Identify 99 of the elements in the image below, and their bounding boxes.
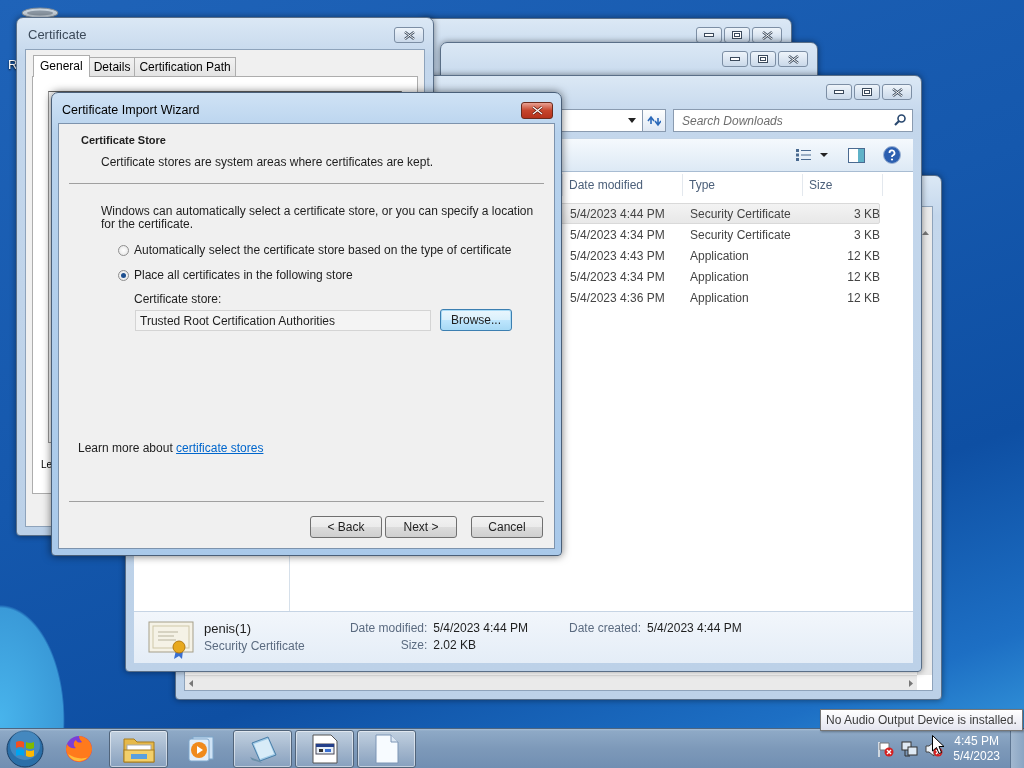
option-label[interactable]: Place all certificates in the following store	[134, 268, 353, 282]
minimize-button[interactable]	[722, 51, 748, 67]
table-cell-text: 12 KB	[846, 248, 881, 265]
table-cell-text: Application	[689, 248, 750, 265]
close-icon	[787, 54, 799, 64]
tooltip: No Audio Output Device is installed.	[820, 709, 1023, 731]
detail-value: 5/4/2023 4:44 PM	[433, 621, 530, 635]
scroll-left-arrow-icon[interactable]	[189, 679, 193, 687]
clock-time: 4:45 PM	[954, 733, 999, 749]
detail-label: Date modified:	[348, 621, 428, 635]
close-icon	[531, 106, 543, 115]
tab[interactable]: Details	[88, 57, 136, 76]
column-header[interactable]: Type	[683, 174, 803, 196]
learn-more-text: Learn more about	[78, 441, 174, 455]
table-cell-text: 5/4/2023 4:34 PM	[569, 227, 666, 244]
page-description: Certificate stores are system areas where certificates are kept.	[101, 155, 435, 169]
radio-button[interactable]	[118, 244, 129, 256]
table-cell-text: 12 KB	[846, 269, 881, 286]
table-cell-text: 5/4/2023 4:43 PM	[569, 248, 666, 265]
detail-label: Size:	[399, 638, 428, 652]
view-options-icon[interactable]	[796, 149, 830, 161]
table-cell-text: 3 KB	[853, 227, 881, 244]
detail-label: Date created:	[569, 621, 642, 635]
table-cell-text: 12 KB	[846, 290, 881, 307]
file-type: Security Certificate	[204, 639, 306, 653]
play-icon	[186, 735, 215, 762]
table-cell-text: 5/4/2023 4:44 PM	[569, 206, 666, 223]
tab[interactable]: Certification Path	[134, 57, 236, 76]
minimize-icon	[704, 33, 714, 37]
minimize-button[interactable]	[826, 84, 852, 100]
minimize-button[interactable]	[696, 27, 722, 43]
detail-value: 5/4/2023 4:44 PM	[647, 621, 742, 635]
close-button[interactable]	[394, 27, 424, 43]
file-name: penis(1)	[204, 621, 252, 636]
notepad-icon	[247, 734, 278, 763]
maximize-button[interactable]	[750, 51, 776, 67]
close-icon	[761, 30, 773, 40]
close-button[interactable]	[521, 102, 553, 119]
table-cell-text: Application	[689, 269, 750, 286]
info-text: Le	[41, 459, 53, 470]
table-cell-text: 3 KB	[853, 206, 881, 223]
desktop-icon-label[interactable]: R	[8, 57, 18, 72]
close-button[interactable]	[778, 51, 808, 67]
page-heading: Certificate Store	[81, 134, 167, 146]
field-label: Certificate store:	[134, 292, 223, 306]
file-icon	[374, 733, 399, 764]
search-field[interactable]: Search Downloads	[673, 109, 913, 132]
help-icon[interactable]	[883, 146, 901, 164]
table-cell-text: 5/4/2023 4:36 PM	[569, 290, 666, 307]
cursor-icon	[932, 735, 944, 754]
next-button[interactable]: Next >	[385, 516, 457, 538]
column-header[interactable]: Size	[803, 174, 883, 196]
taskbar-button[interactable]	[233, 729, 292, 768]
preview-pane-icon[interactable]	[848, 147, 865, 163]
minimize-icon	[834, 90, 844, 94]
scroll-right-arrow-icon[interactable]	[909, 679, 913, 687]
certificate-icon	[148, 620, 194, 660]
flag-icon[interactable]	[876, 740, 895, 757]
help-link[interactable]: certificate stores	[176, 441, 264, 455]
back-button[interactable]: < Back	[310, 516, 382, 538]
taskbar-button[interactable]	[109, 729, 168, 768]
taskbar-button[interactable]	[295, 729, 354, 768]
refresh-button[interactable]	[642, 109, 666, 132]
search-icon	[894, 114, 906, 126]
detail-value: 2.02 KB	[433, 638, 477, 652]
windows-logo-icon	[6, 729, 44, 768]
close-button[interactable]	[882, 84, 912, 100]
tab[interactable]: General	[33, 55, 90, 77]
browse-button[interactable]: Browse...	[440, 309, 512, 331]
maximize-button[interactable]	[854, 84, 880, 100]
table-cell-text: Security Certificate	[689, 227, 792, 244]
window-title: Certificate	[28, 27, 87, 42]
document-icon	[311, 733, 338, 764]
close-icon	[403, 30, 415, 40]
close-button[interactable]	[752, 27, 782, 43]
minimize-icon	[730, 57, 740, 61]
table-cell-text: Security Certificate	[689, 206, 792, 223]
cancel-button[interactable]: Cancel	[471, 516, 543, 538]
show-desktop-button[interactable]	[1010, 728, 1024, 768]
close-icon	[891, 87, 903, 97]
network-icon[interactable]	[901, 740, 919, 757]
start-button[interactable]	[5, 728, 45, 768]
maximize-icon	[862, 88, 872, 96]
clock-date: 5/4/2023	[953, 748, 1000, 764]
maximize-icon	[758, 55, 768, 63]
table-cell-text: Application	[689, 290, 750, 307]
maximize-icon	[732, 31, 742, 39]
caret-icon	[628, 118, 637, 123]
refresh-icon	[647, 114, 662, 127]
option-label[interactable]: Automatically select the certificate store based on the type of certificate	[134, 243, 512, 257]
window-title: Certificate Import Wizard	[62, 103, 200, 117]
maximize-button[interactable]	[724, 27, 750, 43]
radio-button[interactable]	[118, 269, 129, 281]
store-field[interactable]: Trusted Root Certification Authorities	[135, 309, 431, 331]
column-header[interactable]: Date modified	[563, 174, 683, 196]
table-cell-text: 5/4/2023 4:34 PM	[569, 269, 666, 286]
taskbar-button[interactable]	[357, 729, 416, 768]
scroll-up-arrow-icon[interactable]	[921, 231, 929, 235]
globe-icon	[64, 733, 94, 764]
